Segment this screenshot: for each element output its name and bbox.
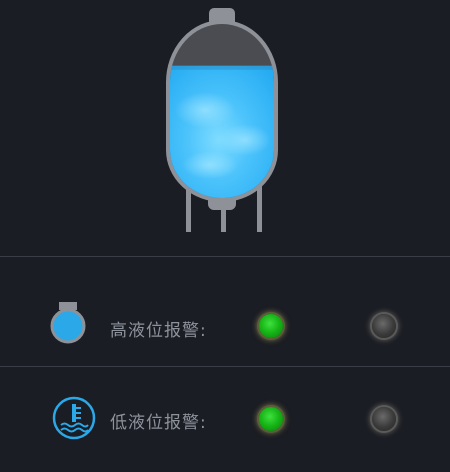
tank-svg (166, 8, 278, 232)
status-lamp-low-on (259, 407, 283, 431)
status-lamp-high-on (259, 314, 283, 338)
alarm-label-low: 低液位报警: (110, 413, 207, 433)
alarm-row-high: 高液位报警: (0, 276, 450, 376)
status-lamp-high-off (372, 314, 396, 338)
temperature-level-icon (52, 396, 96, 440)
divider-top (0, 256, 450, 257)
tank-icon (48, 302, 90, 346)
alarm-row-low: 低液位报警: (0, 366, 450, 466)
tank-display (0, 0, 450, 256)
status-lamp-low-off (372, 407, 396, 431)
alarm-label-high: 高液位报警: (110, 321, 207, 341)
tank-monitor-panel: 高液位报警: 低液位报警: (0, 0, 450, 472)
tank-leg-right (257, 186, 262, 232)
